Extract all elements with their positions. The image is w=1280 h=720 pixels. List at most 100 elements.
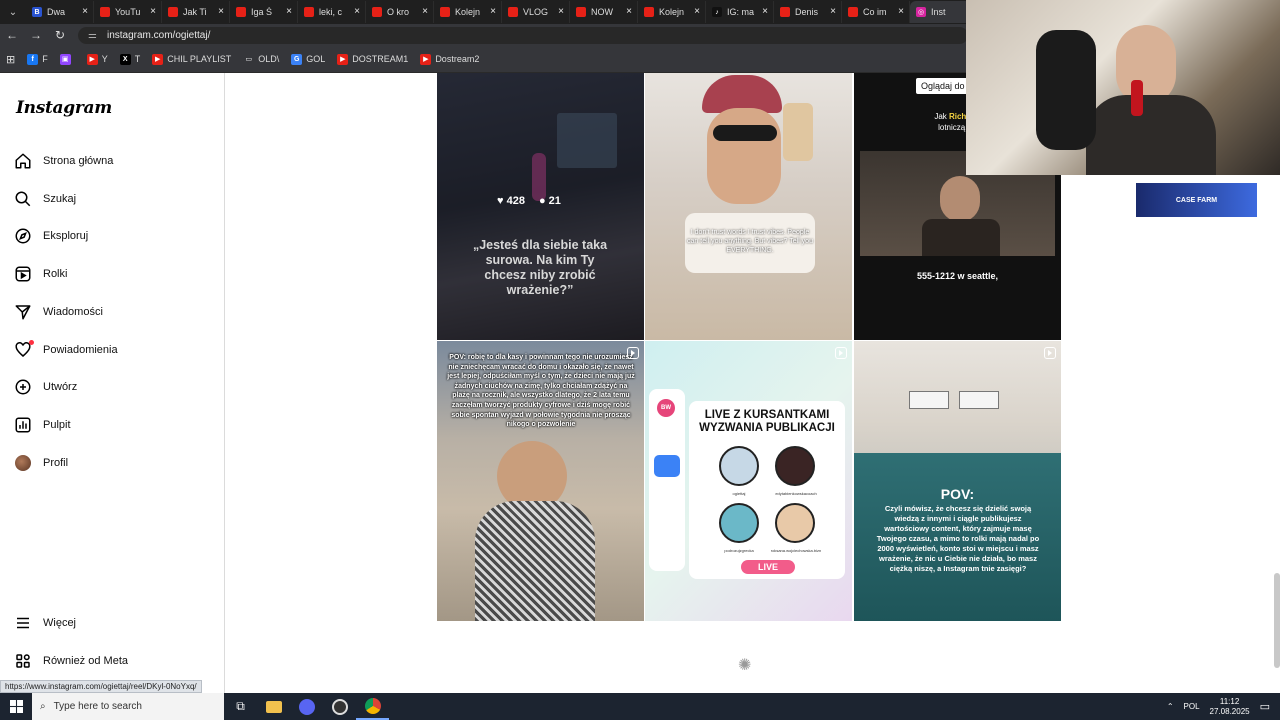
post-overlay-text: „Jesteś dla siebie taka surowa. Na kim T…	[472, 238, 608, 297]
meta-apps-icon	[16, 654, 30, 668]
tab-title: leki, c	[319, 7, 343, 17]
clock[interactable]: 11:12 27.08.2025	[1210, 697, 1250, 717]
post-tile[interactable]: ♥ 428 ● 21 „Jesteś dla siebie taka surow…	[437, 73, 644, 340]
search-icon: ⌕	[40, 701, 46, 712]
browser-tab[interactable]: Kolejn ×	[638, 1, 706, 23]
browser-tab[interactable]: Iga Ś ×	[230, 1, 298, 23]
nav-reels[interactable]: Rolki	[14, 262, 67, 286]
nav-explore[interactable]: Eksploruj	[14, 224, 88, 248]
tab-close-icon[interactable]: ×	[150, 6, 156, 17]
tray-chevron-icon[interactable]: ⌃	[1167, 702, 1174, 711]
browser-tab[interactable]: NOW ×	[570, 1, 638, 23]
sunbed-shape	[909, 391, 949, 409]
bookmark-item[interactable]: XT	[119, 53, 140, 65]
browser-tab[interactable]: O kro ×	[366, 1, 434, 23]
file-explorer-icon[interactable]	[257, 693, 290, 720]
tab-close-icon[interactable]: ×	[558, 6, 564, 17]
bookmark-item[interactable]: ▶ CHIL PLAYLIST	[152, 53, 231, 65]
browser-tab[interactable]: YouTu ×	[94, 1, 162, 23]
tab-close-icon[interactable]: ×	[762, 6, 768, 17]
browser-tab[interactable]: VLOG ×	[502, 1, 570, 23]
browser-tab[interactable]: Co im ×	[842, 1, 910, 23]
guest-name: ogiettaj	[732, 491, 746, 496]
tab-favicon-icon	[168, 7, 178, 17]
nav-also-meta-label: Również od Meta	[43, 655, 128, 667]
address-bar[interactable]: ⚌ instagram.com/ogiettaj/	[78, 27, 968, 44]
nav-also-meta[interactable]: Również od Meta	[14, 649, 128, 673]
tab-title: Co im	[863, 7, 887, 17]
post-overlay-text: Czyli mówisz, że chcesz się dzielić swoj…	[876, 504, 1040, 573]
streamer-face	[1116, 25, 1176, 105]
explore-icon	[15, 228, 31, 244]
sidebar: Instagram Strona główna Szukaj Eksploruj…	[0, 73, 225, 693]
scrollbar[interactable]	[1274, 573, 1280, 668]
post-tile[interactable]: BW LIVE Z KURSANTKAMI WYZWANIA PUBLIKACJ…	[645, 341, 852, 621]
browser-tab[interactable]: leki, c ×	[298, 1, 366, 23]
discord-icon[interactable]	[290, 693, 323, 720]
post-caption: 555-1212 w seattle,	[916, 271, 999, 281]
tab-close-icon[interactable]: ×	[490, 6, 496, 17]
tab-close-icon[interactable]: ×	[830, 6, 836, 17]
tab-title: IG: ma	[727, 7, 755, 17]
keyboard-language[interactable]: POL	[1184, 702, 1200, 711]
browser-tab[interactable]: Denis ×	[774, 1, 842, 23]
instagram-logo[interactable]: Instagram	[16, 98, 112, 118]
nav-dashboard[interactable]: Pulpit	[14, 413, 71, 437]
tab-close-icon[interactable]: ×	[898, 6, 904, 17]
speaker-face	[940, 176, 980, 222]
nav-home[interactable]: Strona główna	[14, 149, 113, 173]
notification-center-icon[interactable]: ▭	[1260, 700, 1270, 713]
tab-close-icon[interactable]: ×	[354, 6, 360, 17]
bookmark-item[interactable]: ▶ DOSTREAM1	[337, 53, 408, 65]
watch-label: Oglądaj do	[916, 78, 970, 94]
bookmark-item[interactable]: ▭ OLD\	[243, 54, 279, 65]
nav-more[interactable]: Więcej	[14, 611, 76, 635]
reload-icon[interactable]: ↻	[48, 24, 72, 46]
tab-close-icon[interactable]: ×	[626, 6, 632, 17]
ad-banner[interactable]: CASE FARM	[1136, 183, 1257, 217]
site-info-icon[interactable]: ⚌	[88, 30, 97, 41]
webcam-overlay	[966, 0, 1280, 175]
bookmark-item[interactable]: ▶ Y	[86, 53, 108, 65]
nav-search[interactable]: Szukaj	[14, 187, 76, 211]
tab-favicon-icon: ◎	[916, 7, 926, 17]
post-tile[interactable]: I don't trust words I trust vibes. Peopl…	[645, 73, 852, 340]
tab-close-icon[interactable]: ×	[286, 6, 292, 17]
microphone-shape	[1131, 80, 1143, 116]
nav-create[interactable]: Utwórz	[14, 375, 77, 399]
post-tile[interactable]: POV: Czyli mówisz, że chcesz się dzielić…	[854, 341, 1061, 621]
sequin-jacket	[475, 501, 595, 621]
tab-favicon-icon	[508, 7, 518, 17]
bookmark-item[interactable]: G GOL	[291, 53, 325, 65]
bookmark-item[interactable]: ▣	[59, 53, 75, 65]
tab-close-icon[interactable]: ×	[422, 6, 428, 17]
reel-icon	[627, 347, 639, 359]
browser-tab[interactable]: Kolejn ×	[434, 1, 502, 23]
obs-icon[interactable]	[323, 693, 356, 720]
reel-icon	[835, 347, 847, 359]
bookmark-item[interactable]: ▶ Dostream2	[420, 53, 479, 65]
apps-icon[interactable]: ⊞	[6, 53, 15, 66]
tab-favicon-icon	[236, 7, 246, 17]
bookmark-item[interactable]: fF	[27, 53, 48, 65]
tab-favicon-icon	[644, 7, 654, 17]
tab-close-icon[interactable]: ×	[82, 6, 88, 17]
nav-messages[interactable]: Wiadomości	[14, 300, 103, 324]
browser-tab[interactable]: Jak Ti ×	[162, 1, 230, 23]
browser-tab[interactable]: ♪ IG: ma ×	[706, 1, 774, 23]
tab-search-icon[interactable]: ⌄	[0, 0, 26, 24]
taskbar-search[interactable]: ⌕ Type here to search	[32, 693, 224, 720]
tab-close-icon[interactable]: ×	[694, 6, 700, 17]
post-tile[interactable]: POV: robię to dla kasy i powinnam tego n…	[437, 341, 644, 621]
windows-start-icon[interactable]	[0, 693, 32, 720]
nav-notifications[interactable]: Powiadomienia	[14, 338, 118, 362]
forward-icon[interactable]: →	[24, 24, 48, 46]
task-view-icon[interactable]: ⧉	[224, 693, 257, 720]
browser-tab[interactable]: B Dwa ×	[26, 1, 94, 23]
nav-messages-label: Wiadomości	[43, 306, 103, 318]
nav-profile[interactable]: Profil	[14, 451, 68, 475]
chrome-icon[interactable]	[356, 693, 389, 720]
back-icon[interactable]: ←	[0, 24, 24, 46]
tab-close-icon[interactable]: ×	[218, 6, 224, 17]
guest-name: edytabienkowskacoach	[775, 491, 817, 496]
